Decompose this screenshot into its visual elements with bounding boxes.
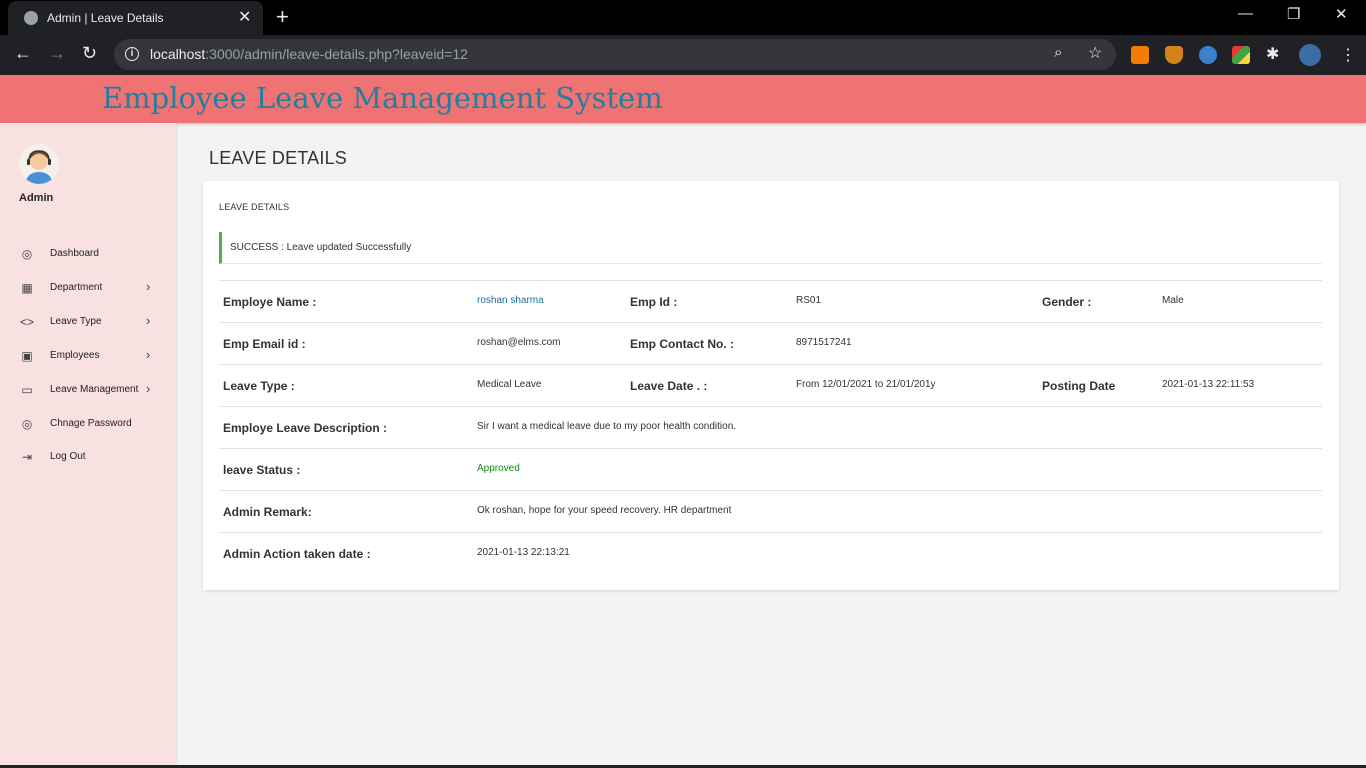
- leave-type-value: Medical Leave: [477, 379, 542, 390]
- bookmark-star-icon[interactable]: ☆: [1088, 43, 1102, 63]
- gender-value: Male: [1162, 295, 1184, 306]
- success-alert: SUCCESS : Leave updated Successfully: [219, 232, 1322, 264]
- page-title: LEAVE DETAILS: [209, 148, 347, 168]
- grid-icon: ▦: [21, 281, 33, 295]
- chevron-right-icon: ›: [146, 347, 151, 362]
- reload-icon[interactable]: ↻: [82, 43, 97, 64]
- sidebar-item-leave-type[interactable]: <> Leave Type ›: [0, 311, 176, 333]
- extension-brave-icon[interactable]: [1165, 46, 1183, 64]
- admin-avatar: [19, 144, 59, 184]
- table-row: Employe Leave Description : Sir I want a…: [219, 407, 1322, 449]
- remark-value: Ok roshan, hope for your speed recovery.…: [477, 505, 732, 516]
- brand-title[interactable]: Employee Leave Management System: [102, 81, 663, 115]
- profile-avatar-icon[interactable]: [1299, 44, 1321, 66]
- new-tab-icon[interactable]: +: [276, 4, 289, 30]
- browser-toolbar: ← → ↻ i localhost:3000/admin/leave-detai…: [0, 35, 1366, 75]
- sidebar-item-label: Chnage Password: [50, 418, 132, 429]
- sidebar-item-logout[interactable]: ⇥ Log Out: [0, 446, 176, 468]
- info-icon[interactable]: i: [125, 47, 139, 61]
- sidebar: Admin ◎ Dashboard ▦ Department › <> Leav…: [0, 123, 176, 768]
- sidebar-item-leave-management[interactable]: ▭ Leave Management ›: [0, 379, 176, 401]
- sidebar-item-label: Log Out: [50, 451, 86, 462]
- alert-message: SUCCESS : Leave updated Successfully: [230, 242, 412, 253]
- browser-tab[interactable]: Admin | Leave Details ✕: [8, 1, 263, 35]
- table-row: Admin Remark: Ok roshan, hope for your s…: [219, 491, 1322, 533]
- close-window-icon[interactable]: ✕: [1335, 5, 1348, 23]
- sidebar-item-label: Leave Type: [50, 316, 102, 327]
- sidebar-item-label: Department: [50, 282, 103, 293]
- action-date-label: Admin Action taken date :: [223, 547, 371, 561]
- close-tab-icon[interactable]: ✕: [238, 7, 251, 27]
- posting-date-value: 2021-01-13 22:11:53: [1162, 379, 1255, 390]
- leave-details-card: LEAVE DETAILS SUCCESS : Leave updated Su…: [203, 181, 1339, 590]
- gender-label: Gender :: [1042, 295, 1092, 309]
- action-date-value: 2021-01-13 22:13:21: [477, 547, 570, 558]
- extension-colorful-icon[interactable]: [1232, 46, 1250, 64]
- table-row: Leave Type : Medical Leave Leave Date . …: [219, 365, 1322, 407]
- admin-name: Admin: [19, 192, 54, 204]
- email-value: roshan@elms.com: [477, 337, 561, 348]
- table-row: Admin Action taken date : 2021-01-13 22:…: [219, 533, 1322, 575]
- sidebar-item-label: Leave Management: [50, 384, 139, 395]
- status-badge: Approved: [477, 463, 520, 474]
- card-title: LEAVE DETAILS: [219, 202, 290, 212]
- sidebar-item-label: Dashboard: [50, 248, 99, 259]
- back-icon[interactable]: ←: [14, 43, 32, 64]
- globe-icon: [24, 11, 38, 25]
- sidebar-item-label: Employees: [50, 350, 100, 361]
- chevron-right-icon: ›: [146, 313, 151, 328]
- emp-name-label: Employe Name :: [223, 295, 317, 309]
- emp-id-label: Emp Id :: [630, 295, 678, 309]
- description-label: Employe Leave Description :: [223, 421, 388, 435]
- sidebar-item-employees[interactable]: ▣ Employees ›: [0, 345, 176, 367]
- chevron-right-icon: ›: [146, 279, 151, 294]
- leave-date-label: Leave Date . :: [630, 379, 708, 393]
- address-bar[interactable]: i localhost:3000/admin/leave-details.php…: [114, 39, 1116, 70]
- emp-name-link[interactable]: roshan sharma: [477, 295, 544, 306]
- browser-tabbar: Admin | Leave Details ✕ + — ❐ ✕: [0, 0, 1366, 35]
- browser-menu-icon[interactable]: ⋮: [1340, 45, 1356, 65]
- posting-date-label: Posting Date: [1042, 379, 1116, 393]
- leave-date-value: From 12/01/2021 to 21/01/201y: [796, 379, 936, 390]
- palette-icon: ◎: [21, 247, 33, 261]
- emp-id-value: RS01: [796, 295, 822, 306]
- extension-chart-icon[interactable]: [1131, 46, 1149, 64]
- contact-value: 8971517241: [796, 337, 852, 348]
- contact-label: Emp Contact No. :: [630, 337, 734, 351]
- forward-icon[interactable]: →: [48, 43, 66, 64]
- account-box-icon: ▣: [21, 349, 33, 363]
- table-row: leave Status : Approved: [219, 449, 1322, 491]
- app-header: Employee Leave Management System: [0, 75, 1366, 123]
- extensions-puzzle-icon[interactable]: ✱: [1266, 44, 1284, 63]
- leave-type-label: Leave Type :: [223, 379, 295, 393]
- code-icon: <>: [20, 315, 35, 329]
- minimize-icon[interactable]: —: [1238, 5, 1253, 22]
- remark-label: Admin Remark:: [223, 505, 312, 519]
- desktop-icon: ▭: [21, 383, 33, 397]
- palette-icon: ◎: [21, 417, 33, 431]
- zoom-icon[interactable]: ⌕: [1054, 44, 1062, 61]
- tab-title: Admin | Leave Details: [47, 11, 164, 25]
- extension-owl-icon[interactable]: [1199, 46, 1217, 64]
- description-value: Sir I want a medical leave due to my poo…: [477, 421, 737, 432]
- email-label: Emp Email id :: [223, 337, 306, 351]
- sidebar-item-department[interactable]: ▦ Department ›: [0, 277, 176, 299]
- restore-icon[interactable]: ❐: [1287, 5, 1300, 23]
- table-row: Emp Email id : roshan@elms.com Emp Conta…: [219, 323, 1322, 365]
- sidebar-item-dashboard[interactable]: ◎ Dashboard: [0, 243, 176, 265]
- sidebar-item-change-password[interactable]: ◎ Chnage Password: [0, 413, 176, 435]
- table-row: Employe Name : roshan sharma Emp Id : RS…: [219, 281, 1322, 323]
- logout-icon: ⇥: [21, 450, 33, 464]
- url-text[interactable]: localhost:3000/admin/leave-details.php?l…: [150, 46, 468, 62]
- status-label: leave Status :: [223, 463, 301, 477]
- chevron-right-icon: ›: [146, 381, 151, 396]
